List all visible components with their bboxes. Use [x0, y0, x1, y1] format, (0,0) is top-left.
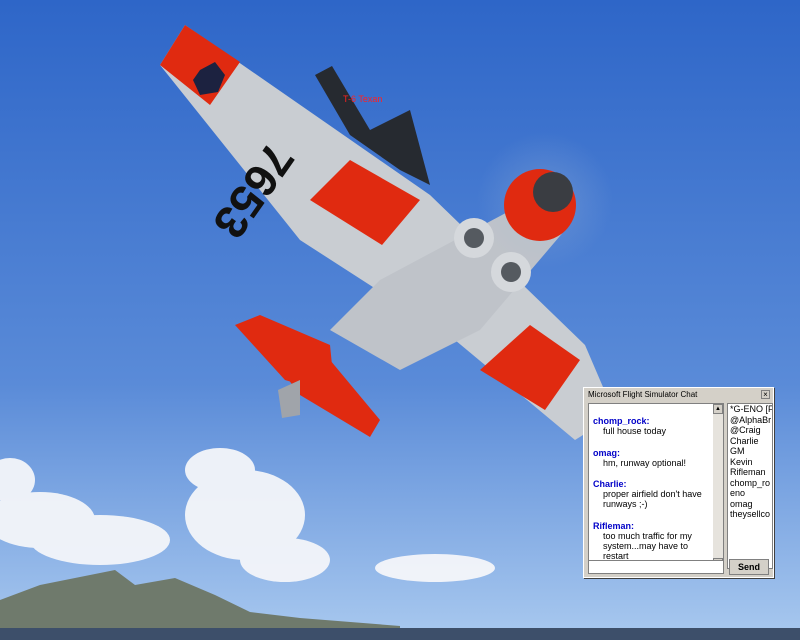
user-list-item[interactable]: omag — [728, 499, 772, 510]
user-list-item[interactable]: *G-ENO [F — [728, 404, 772, 415]
aircraft-label: T-6 Texan — [343, 94, 383, 104]
message-sender: omag: — [593, 448, 620, 458]
user-list-item[interactable]: Kevin — [728, 457, 772, 468]
close-button[interactable]: × — [761, 390, 770, 399]
messages-scrollbar[interactable]: ▲ ▼ — [713, 404, 723, 568]
chat-message: omag: hm, runway optional! — [593, 448, 711, 468]
chat-window: Microsoft Flight Simulator Chat × chomp_… — [583, 387, 774, 578]
message-text: too much traffic for my — [603, 531, 692, 541]
user-list-item[interactable]: theysellco — [728, 509, 772, 520]
user-list-item[interactable]: Charlie — [728, 436, 772, 447]
scroll-up-button[interactable]: ▲ — [713, 404, 723, 414]
user-list-item[interactable]: Rifleman — [728, 467, 772, 478]
message-sender: chomp_rock: — [593, 416, 650, 426]
sea — [0, 628, 800, 640]
chat-message: Rifleman: too much traffic for my system… — [593, 521, 711, 561]
chat-input[interactable] — [588, 560, 724, 574]
message-sender: Rifleman: — [593, 521, 635, 531]
user-list-item[interactable]: @Craig — [728, 425, 772, 436]
user-list-item[interactable]: GM — [728, 446, 772, 457]
message-sender: Charlie: — [593, 479, 627, 489]
message-text: hm, runway optional! — [603, 458, 687, 468]
message-text: full house today — [603, 426, 667, 436]
user-list[interactable]: *G-ENO [F @AlphaBr @Craig Charlie GM Kev… — [727, 403, 773, 569]
message-text: runways ;-) — [603, 499, 648, 509]
chat-messages[interactable]: chomp_rock: full house today omag: hm, r… — [588, 403, 724, 569]
message-text: proper airfield don't have — [603, 489, 702, 499]
user-list-item[interactable]: eno — [728, 488, 772, 499]
chat-message: Charlie: proper airfield don't have runw… — [593, 479, 711, 509]
user-list-item[interactable]: chomp_ro — [728, 478, 772, 489]
message-text: system...may have to — [603, 541, 689, 551]
chat-titlebar[interactable]: Microsoft Flight Simulator Chat × — [585, 389, 772, 401]
user-list-item[interactable]: @AlphaBr — [728, 415, 772, 426]
chat-title: Microsoft Flight Simulator Chat — [588, 390, 698, 399]
chat-message: chomp_rock: full house today — [593, 416, 711, 436]
send-button[interactable]: Send — [729, 559, 769, 575]
close-icon: × — [763, 390, 768, 399]
